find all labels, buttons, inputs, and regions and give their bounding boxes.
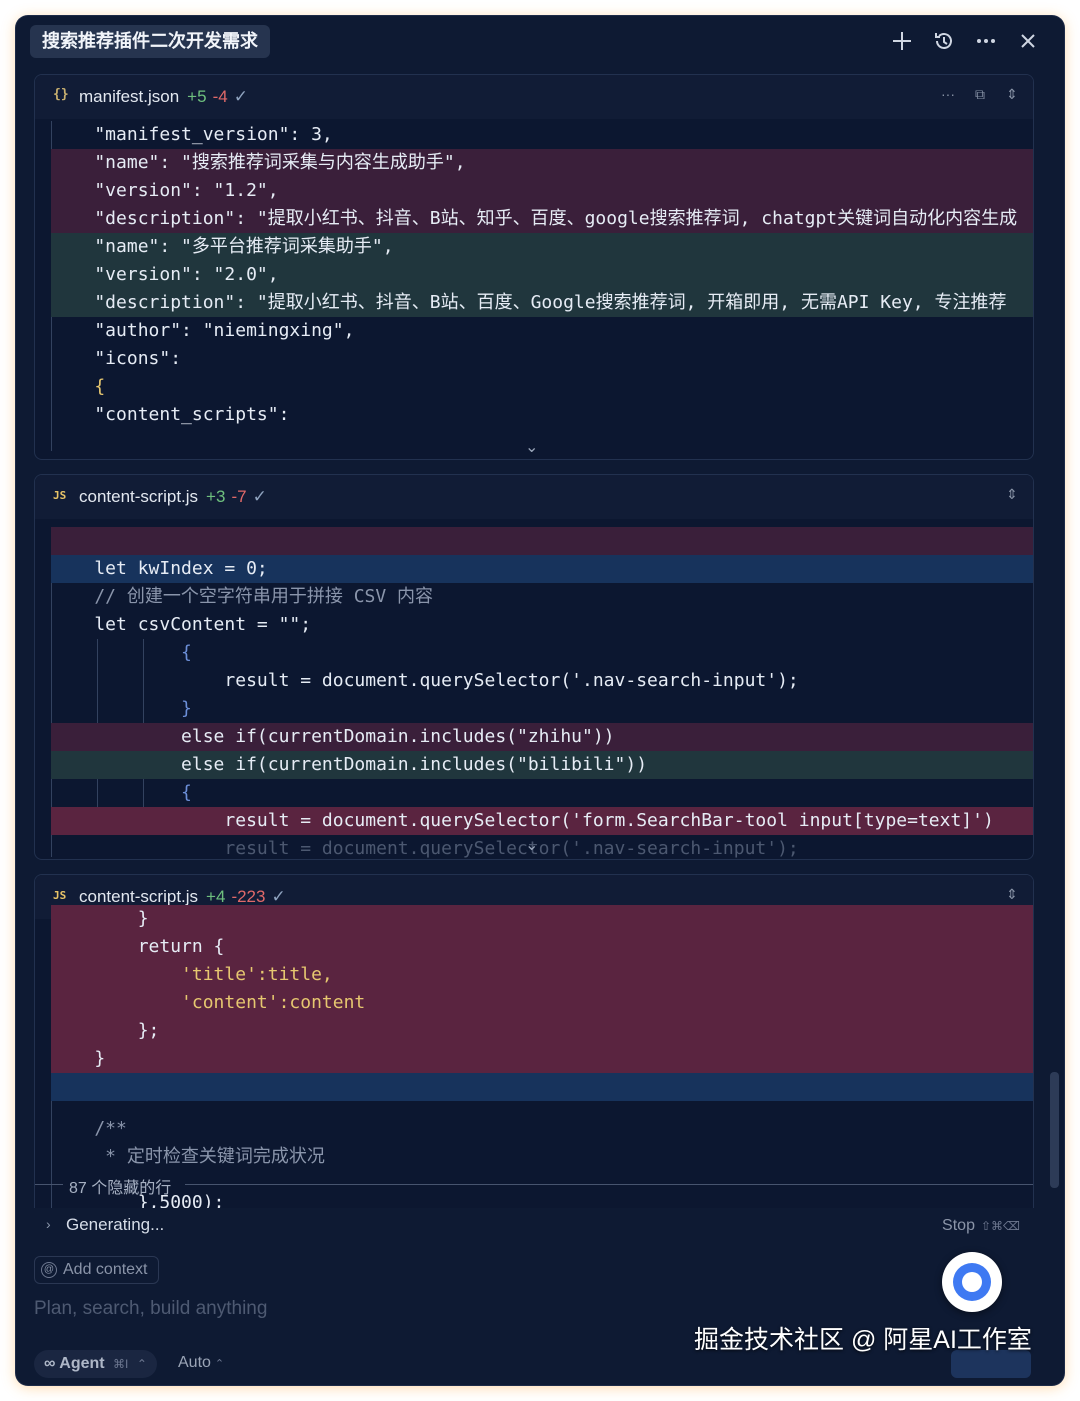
panel-actions: ··· ⧉ ⇕ [939,86,1021,103]
code-block: let kwIndex = 0; // 创建一个空字符串用于拼接 CSV 内容 … [51,527,1033,859]
expand-collapse-icon[interactable]: ⇕ [1003,886,1021,903]
code-line: { [51,376,106,397]
add-context-label: Add context [63,1261,148,1278]
code-line-deleted: "name": "搜索推荐词采集与内容生成助手", [51,149,1033,177]
file-name-label: content-script.js +3 -7 ✓ [79,487,267,506]
additions-count: +4 [206,887,226,906]
code-line: "content_scripts": [51,404,290,425]
code-line-deleted: } [51,905,1033,933]
generating-status: Generating... [66,1215,165,1234]
diff-panel-header[interactable]: {} manifest.json +5 -4 ✓ ··· ⧉ ⇕ [35,75,1033,119]
stop-shortcut: ⇧⌘⌫ [980,1219,1020,1233]
agent-label: Agent [59,1355,105,1372]
more-icon[interactable] [972,27,1000,55]
header-actions [888,26,1042,56]
js-file-icon: JS [53,889,67,902]
code-line-deleted: return { [51,933,1033,961]
code-block: } return { 'title':title, 'content':cont… [51,905,1033,1208]
chevron-down-icon[interactable]: ⌄ [525,437,538,457]
more-icon[interactable]: ··· [939,86,957,103]
diff-panel-content-script-1: JS content-script.js +3 -7 ✓ ⇕ let kwIndex … [34,474,1034,860]
code-line: "manifest_version": 3, [51,124,333,145]
deletions-count: -223 [231,887,266,906]
deletions-count: -4 [212,87,228,106]
history-icon[interactable] [930,27,958,55]
json-file-icon: {} [53,87,69,102]
code-line-highlighted: let kwIndex = 0; [51,555,1033,583]
code-block: "manifest_version": 3, "name": "搜索推荐词采集与… [51,121,1033,451]
chat-header: 搜索推荐插件二次开发需求 [16,16,1064,68]
panel-actions: ⇕ [1003,886,1021,903]
chevron-up-icon: ⌃ [214,1358,225,1370]
model-selector[interactable]: Auto ⌃ [178,1354,224,1372]
panel-actions: ⇕ [1003,486,1021,503]
stop-button[interactable]: Stop ⇧⌘⌫ [942,1217,1020,1235]
code-line-deleted: 'content':content [51,989,1033,1017]
generating-row: › Generating... Stop ⇧⌘⌫ [16,1208,1064,1246]
code-line-added: "name": "多平台推荐词采集助手", [51,233,1033,261]
code-line: "icons": [51,348,182,369]
js-file-icon: JS [53,489,67,502]
code-line-deleted: 'title':title, [51,961,1033,989]
file-name-label: manifest.json +5 -4 ✓ [79,87,248,106]
assistant-fab[interactable] [942,1252,1002,1312]
chevron-right-icon[interactable]: › [46,1216,51,1232]
code-line: let csvContent = ""; [51,614,312,635]
scrollbar[interactable] [1050,1072,1059,1188]
chat-input[interactable]: Plan, search, build anything [34,1298,267,1320]
additions-count: +3 [206,487,226,506]
code-line-deleted: else if(currentDomain.includes("zhihu")) [51,723,1033,751]
chat-title[interactable]: 搜索推荐插件二次开发需求 [30,25,270,58]
chat-window: 搜索推荐插件二次开发需求 {} manifest.json +5 -4 ✓ ··· ⧉ [16,16,1064,1385]
code-line-highlighted [51,1073,1033,1101]
code-line: "author": "niemingxing", [51,320,355,341]
code-line-added: "version": "2.0", [51,261,1033,289]
code-line-deleted [51,527,1033,555]
additions-count: +5 [187,87,207,106]
agent-shortcut: ⌘I [113,1357,129,1371]
expand-collapse-icon[interactable]: ⇕ [1003,486,1021,503]
infinity-icon: ∞ [44,1355,56,1372]
check-icon: ✓ [271,887,286,906]
plus-icon[interactable] [888,27,916,55]
agent-mode-selector[interactable]: ∞ Agent ⌘I ⌃ [34,1350,157,1378]
code-line: { [51,642,192,663]
add-context-button[interactable]: @ Add context [34,1256,159,1284]
diff-panel-manifest: {} manifest.json +5 -4 ✓ ··· ⧉ ⇕ "manifest_… [34,74,1034,460]
hidden-lines-divider[interactable]: 87 个隐藏的行 [35,1175,1033,1197]
at-icon: @ [41,1262,57,1278]
code-line-faded: result = document.querySelector('.nav-se… [51,838,799,859]
copy-icon[interactable]: ⧉ [971,86,989,103]
code-line: { [51,782,192,803]
code-line: } [51,698,192,719]
chevron-down-icon[interactable]: ⌄ [525,835,538,855]
chevron-up-icon: ⌃ [136,1357,147,1371]
code-line: result = document.querySelector('.nav-se… [51,670,799,691]
hidden-lines-label: 87 个隐藏的行 [69,1180,172,1197]
assistant-logo-icon [953,1263,991,1301]
code-line-added: else if(currentDomain.includes("bilibili… [51,751,1033,779]
code-line-added: "description": "提取小红书、抖音、B站、百度、Google搜索推… [51,289,1033,317]
file-name-label: content-script.js +4 -223 ✓ [79,887,286,906]
code-line-deleted: result = document.querySelector('form.Se… [51,807,1033,835]
close-icon[interactable] [1014,27,1042,55]
code-line-deleted: "version": "1.2", [51,177,1033,205]
expand-collapse-icon[interactable]: ⇕ [1003,86,1021,103]
code-comment-line: /** [51,1118,127,1139]
diff-panel-content-script-2: JS content-script.js +4 -223 ✓ ⇕ } return {… [34,874,1034,1208]
diff-panel-header[interactable]: JS content-script.js +3 -7 ✓ ⇕ [35,475,1033,519]
watermark: 掘金技术社区 @ 阿星AI工作室 [694,1326,1032,1354]
code-line-deleted: "description": "提取小红书、抖音、B站、知乎、百度、google… [51,205,1033,233]
check-icon: ✓ [233,87,248,106]
code-line-deleted: } [51,1045,1033,1073]
check-icon: ✓ [252,487,267,506]
code-line-deleted: }; [51,1017,1033,1045]
deletions-count: -7 [231,487,247,506]
code-comment-line: * 定时检查关键词完成状况 [51,1146,325,1167]
code-comment-line: // 创建一个空字符串用于拼接 CSV 内容 [51,586,434,607]
